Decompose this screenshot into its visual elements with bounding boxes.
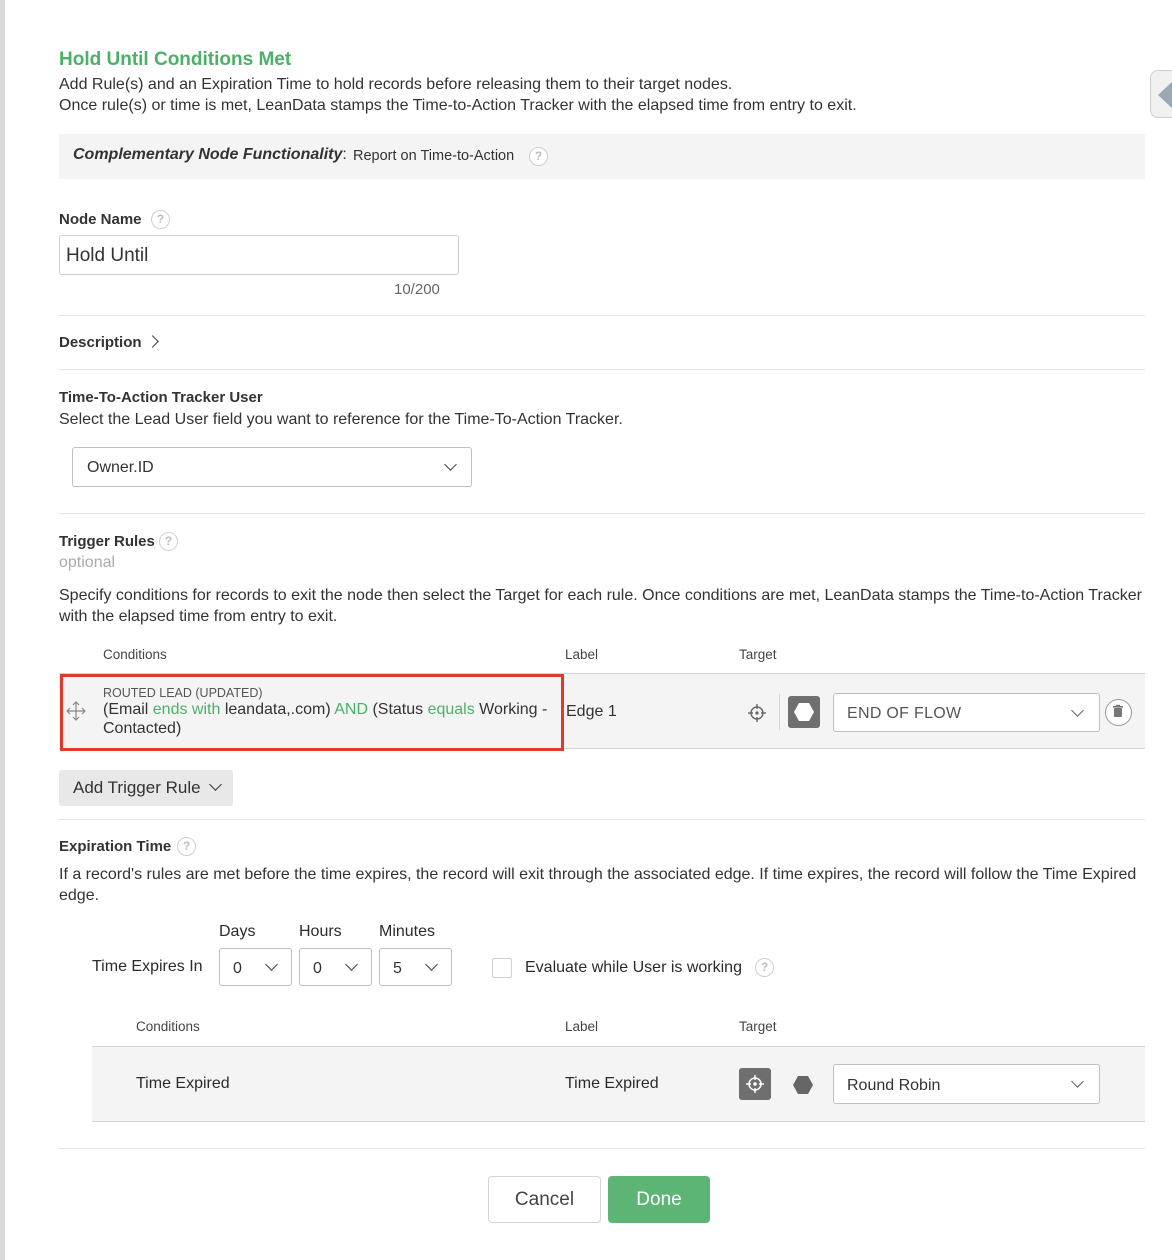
minutes-label: Minutes <box>379 923 436 940</box>
node-type-icon <box>788 696 820 728</box>
column-header-target: Target <box>739 1019 777 1034</box>
column-header-target: Target <box>739 647 777 662</box>
divider <box>59 369 1145 370</box>
time-expired-label: Time Expired <box>565 1075 659 1092</box>
chevron-right-icon[interactable] <box>146 335 159 348</box>
rule-target-select[interactable]: END OF FLOW <box>833 693 1100 732</box>
node-hex-icon <box>793 1076 813 1094</box>
divider <box>59 315 1145 316</box>
add-trigger-rule-label: Add Trigger Rule <box>73 778 201 797</box>
node-name-label: Node Name <box>59 211 142 228</box>
highlight-box <box>60 674 564 751</box>
complementary-functionality-box: Complementary Node Functionality: Report… <box>59 134 1145 179</box>
tracker-user-label: Time-To-Action Tracker User <box>59 389 263 406</box>
complementary-help-icon[interactable]: ? <box>529 147 548 166</box>
chevron-down-icon <box>1071 1075 1084 1088</box>
time-expired-row: Time Expired Time Expired Round Robin <box>92 1046 1145 1122</box>
trigger-rules-label: Trigger Rules <box>59 533 155 550</box>
end-node-hex-icon <box>794 703 814 721</box>
chevron-down-icon <box>345 958 358 971</box>
days-value: 0 <box>233 960 242 977</box>
tracker-user-select[interactable]: Owner.ID <box>72 447 472 487</box>
collapse-panel-tab[interactable] <box>1150 70 1172 118</box>
cancel-button[interactable]: Cancel <box>488 1176 601 1223</box>
hours-label: Hours <box>299 923 342 940</box>
days-select[interactable]: 0 <box>219 948 292 986</box>
time-expired-target-select[interactable]: Round Robin <box>833 1064 1100 1104</box>
divider <box>59 513 1145 514</box>
column-header-label: Label <box>565 1019 599 1034</box>
trash-icon <box>1113 704 1123 717</box>
days-label: Days <box>219 923 256 940</box>
expiration-time-label: Expiration Time <box>59 838 172 855</box>
hours-value: 0 <box>313 960 322 977</box>
column-header-conditions: Conditions <box>136 1019 200 1034</box>
time-expired-target-value: Round Robin <box>847 1077 941 1094</box>
tracker-user-selected: Owner.ID <box>87 459 154 476</box>
evaluate-while-working-checkbox[interactable] <box>492 958 512 978</box>
page-title: Hold Until Conditions Met <box>59 49 292 70</box>
add-trigger-rule-button[interactable]: Add Trigger Rule <box>59 770 233 806</box>
chevron-down-icon <box>209 778 222 791</box>
rule-target-value: END OF FLOW <box>847 705 962 722</box>
rule-edge-label[interactable]: Edge 1 <box>566 703 617 721</box>
hours-select[interactable]: 0 <box>299 948 372 986</box>
locate-target-button[interactable] <box>739 1068 771 1100</box>
time-expired-condition: Time Expired <box>136 1075 230 1092</box>
description-toggle[interactable]: Description <box>59 334 142 351</box>
chevron-down-icon <box>425 958 438 971</box>
minutes-select[interactable]: 5 <box>379 948 452 986</box>
locate-target-icon[interactable] <box>747 703 767 728</box>
done-button[interactable]: Done <box>608 1176 710 1223</box>
collapse-arrow-icon <box>1158 81 1172 109</box>
chevron-down-icon <box>444 458 457 471</box>
delete-rule-button[interactable] <box>1105 699 1132 726</box>
divider <box>59 1148 1145 1149</box>
evaluate-help-icon[interactable]: ? <box>755 958 774 977</box>
minutes-value: 5 <box>393 960 402 977</box>
divider <box>59 819 1145 820</box>
node-name-counter: 10/200 <box>394 281 440 298</box>
time-expires-label: Time Expires In <box>92 958 203 975</box>
chevron-down-icon <box>1071 704 1084 717</box>
trigger-rules-optional: optional <box>59 554 116 571</box>
divider <box>779 694 780 730</box>
header-description-line-2: Once rule(s) or time is met, LeanData st… <box>59 97 857 114</box>
window-left-edge <box>0 0 5 1260</box>
chevron-down-icon <box>265 958 278 971</box>
complementary-label: Complementary Node Functionality: <box>73 146 347 163</box>
crosshair-icon <box>746 1075 764 1093</box>
column-header-label: Label <box>565 647 599 662</box>
trigger-rules-help-icon[interactable]: ? <box>159 532 178 551</box>
node-name-input[interactable]: Hold Until <box>59 235 459 275</box>
complementary-text: Report on Time-to-Action <box>353 148 515 164</box>
tracker-user-hint: Select the Lead User field you want to r… <box>59 411 623 428</box>
header-description-line-1: Add Rule(s) and an Expiration Time to ho… <box>59 76 733 93</box>
trigger-rules-hint: Specify conditions for records to exit t… <box>59 587 1142 625</box>
evaluate-while-working-label: Evaluate while User is working <box>525 959 742 976</box>
expiration-help-icon[interactable]: ? <box>177 837 196 856</box>
expiration-hint: If a record's rules are met before the t… <box>59 866 1137 904</box>
node-name-help-icon[interactable]: ? <box>151 210 170 229</box>
column-header-conditions: Conditions <box>103 647 167 662</box>
